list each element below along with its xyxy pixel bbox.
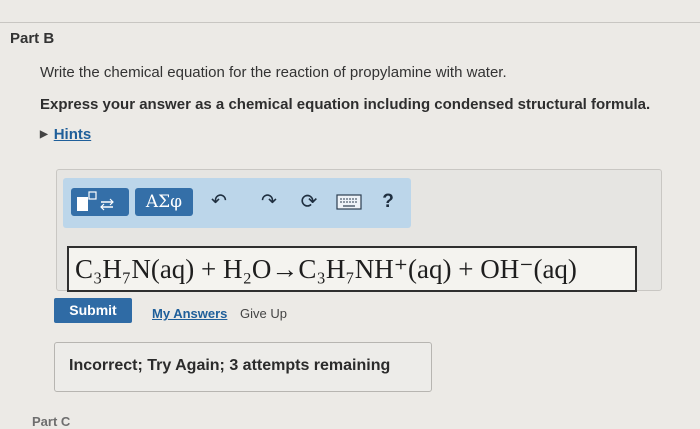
part-title: Part B bbox=[10, 30, 55, 47]
equation-toolbar: ΑΣφ ↶ ↷ ⟳ ? bbox=[63, 178, 411, 228]
question-instruction: Express your answer as a chemical equati… bbox=[40, 96, 651, 113]
next-part-title: Part C bbox=[32, 414, 71, 429]
hints-toggle[interactable]: ▶ Hints bbox=[40, 126, 91, 143]
keyboard-icon[interactable] bbox=[335, 190, 363, 214]
question-prompt: Write the chemical equation for the reac… bbox=[40, 64, 507, 81]
my-answers-link[interactable]: My Answers bbox=[152, 306, 227, 321]
greek-symbols-button[interactable]: ΑΣφ bbox=[135, 188, 193, 216]
templates-icon bbox=[77, 191, 114, 211]
feedback-box: Incorrect; Try Again; 3 attempts remaini… bbox=[54, 342, 432, 392]
help-icon[interactable]: ? bbox=[375, 190, 401, 214]
templates-button[interactable] bbox=[71, 188, 129, 216]
give-up-link[interactable]: Give Up bbox=[240, 306, 287, 321]
redo-icon[interactable]: ↷ bbox=[256, 190, 282, 214]
undo-icon[interactable]: ↶ bbox=[206, 190, 232, 214]
caret-right-icon: ▶ bbox=[40, 129, 48, 140]
hints-link[interactable]: Hints bbox=[54, 126, 92, 143]
reset-icon[interactable]: ⟳ bbox=[296, 190, 322, 214]
feedback-message: Incorrect; Try Again; 3 attempts remaini… bbox=[69, 357, 391, 374]
answer-panel: ΑΣφ ↶ ↷ ⟳ ? C₃H₇N(aq) + H₂O→C₃H₇NH⁺(aq) … bbox=[56, 169, 662, 292]
equation-input[interactable]: C₃H₇N(aq) + H₂O→C₃H₇NH⁺(aq) + OH⁻(aq) bbox=[67, 246, 637, 292]
top-divider bbox=[0, 22, 700, 23]
submit-button[interactable]: Submit bbox=[54, 298, 132, 323]
